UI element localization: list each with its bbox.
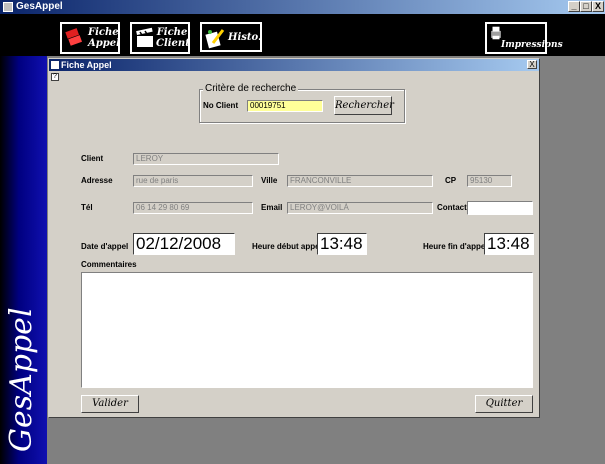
rechercher-button[interactable]: Rechercher: [334, 96, 394, 115]
quitter-button[interactable]: Quitter: [475, 395, 533, 413]
child-titlebar: Fiche Appel: [49, 59, 539, 71]
contact-label: Contact: [437, 203, 467, 212]
heure-fin-label: Heure fin d'appel: [423, 242, 488, 251]
clapperboard-icon: [136, 27, 153, 47]
toolbar: Fiche Appel Fiche Client Histo. Impressi…: [0, 14, 605, 56]
impressions-button[interactable]: Impressions: [485, 22, 563, 54]
notepad-pencil-icon: [205, 29, 225, 49]
date-appel-label: Date d'appel: [81, 242, 129, 251]
window-icon: [51, 61, 59, 69]
printer-icon: [491, 26, 501, 40]
child-close-button[interactable]: X: [527, 60, 537, 69]
app-title: GesAppel: [16, 1, 63, 12]
heure-fin-field[interactable]: 13:48: [484, 233, 534, 255]
heure-debut-label: Heure début appel: [252, 242, 322, 251]
cp-label: CP: [445, 176, 457, 185]
child-title: Fiche Appel: [61, 60, 112, 70]
cp-field[interactable]: 95130: [467, 175, 512, 187]
adresse-label: Adresse: [81, 176, 113, 185]
email-label: Email: [261, 203, 283, 212]
maximize-button[interactable]: □: [580, 1, 592, 12]
commentaires-textarea[interactable]: [81, 272, 533, 388]
help-icon[interactable]: ?: [51, 73, 59, 81]
app-titlebar: GesAppel: [0, 0, 605, 14]
histo-label: Histo.: [228, 32, 262, 43]
tel-label: Tél: [81, 203, 93, 212]
search-group-title: Critère de recherche: [203, 83, 299, 94]
minimize-button[interactable]: _: [568, 1, 580, 12]
fiche-appel-button[interactable]: Fiche Appel: [60, 22, 120, 54]
email-field[interactable]: LEROY@VOILÀ: [287, 202, 433, 214]
tickets-icon: [65, 28, 83, 46]
date-appel-field[interactable]: 02/12/2008: [133, 233, 235, 255]
client-label: Client: [81, 154, 104, 163]
banner-text: GesAppel: [4, 307, 39, 452]
fiche-appel-window: Fiche Appel X ? Critère de recherche No …: [48, 58, 540, 418]
app-icon: [3, 2, 13, 12]
adresse-field[interactable]: rue de paris: [133, 175, 253, 187]
commentaires-label: Commentaires: [81, 260, 137, 269]
no-client-label: No Client: [203, 101, 239, 110]
heure-debut-field[interactable]: 13:48: [317, 233, 367, 255]
client-field[interactable]: LEROY: [133, 153, 279, 165]
fiche-client-button[interactable]: Fiche Client: [130, 22, 190, 54]
fiche-client-line1: Fiche: [156, 27, 188, 38]
close-button[interactable]: X: [592, 1, 604, 12]
impressions-label: Impressions: [501, 40, 563, 50]
histo-button[interactable]: Histo.: [200, 22, 262, 52]
fiche-appel-line1: Fiche: [88, 27, 119, 38]
ville-field[interactable]: FRANCONVILLE: [287, 175, 433, 187]
contact-input[interactable]: [467, 201, 533, 215]
fiche-appel-line2: Appel: [88, 38, 120, 49]
ville-label: Ville: [261, 176, 278, 185]
valider-button[interactable]: Valider: [81, 395, 139, 413]
no-client-input[interactable]: 00019751: [247, 100, 323, 112]
fiche-client-line2: Client: [156, 38, 190, 49]
tel-field[interactable]: 06 14 29 80 69: [133, 202, 253, 214]
